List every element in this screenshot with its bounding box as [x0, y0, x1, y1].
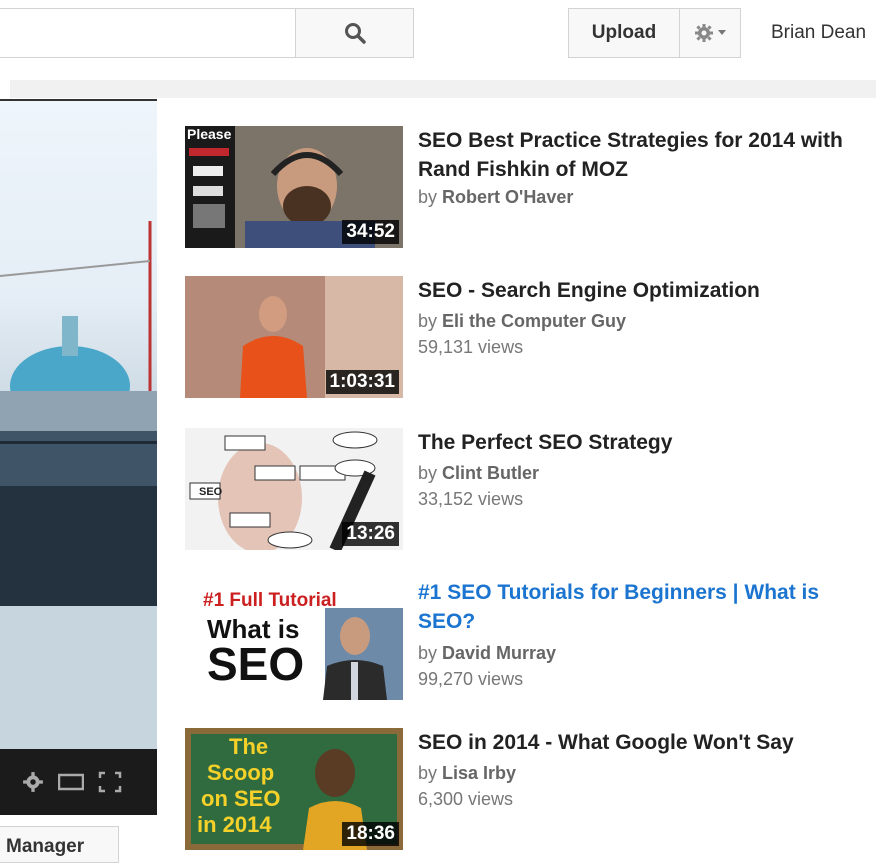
- by-prefix: by: [418, 643, 438, 663]
- by-prefix: by: [418, 463, 438, 483]
- view-count: 59,131 views: [418, 337, 524, 357]
- video-title[interactable]: #1 SEO Tutorials for Beginners | What is…: [418, 578, 868, 636]
- video-byline: by Eli the Computer Guy: [418, 308, 626, 334]
- search-input[interactable]: [0, 8, 296, 58]
- list-item[interactable]: #1 Full Tutorial What is SEO #1 SEO Tuto…: [185, 578, 876, 704]
- video-duration: 34:52: [342, 220, 399, 244]
- view-count: 33,152 views: [418, 489, 524, 509]
- video-frame: [0, 221, 157, 749]
- header-divider: [10, 80, 876, 98]
- video-thumbnail[interactable]: 1:03:31: [185, 276, 403, 398]
- user-name[interactable]: Brian Dean: [771, 22, 866, 44]
- player-controls: [0, 749, 157, 815]
- video-title[interactable]: The Perfect SEO Strategy: [418, 428, 868, 457]
- channel-name[interactable]: David Murray: [442, 643, 556, 663]
- video-title[interactable]: SEO Best Practice Strategies for 2014 wi…: [418, 126, 868, 184]
- video-byline: by David Murray: [418, 640, 556, 666]
- manager-label: Manager: [6, 836, 85, 857]
- video-duration: 1:03:31: [325, 370, 399, 394]
- upload-label: Upload: [591, 22, 657, 43]
- thumbnail-text: SEO: [199, 486, 223, 498]
- view-count: 99,270 views: [418, 669, 524, 689]
- video-thumbnail[interactable]: The Scoop on SEO in 2014 18:36: [185, 728, 403, 850]
- fullscreen-icon[interactable]: [98, 771, 122, 793]
- list-item[interactable]: SEO 13:26 The Perfect SEO Strategy by Cl…: [185, 428, 876, 554]
- settings-icon[interactable]: [22, 771, 44, 793]
- masthead: Upload Brian Dean: [0, 0, 876, 80]
- thumbnail-line3: SEO: [207, 638, 305, 690]
- video-byline: by Lisa Irby: [418, 760, 516, 786]
- by-prefix: by: [418, 187, 438, 207]
- video-duration: 13:26: [342, 522, 399, 546]
- video-manager-button[interactable]: Manager: [0, 826, 119, 863]
- video-thumbnail[interactable]: Please 34:52: [185, 126, 403, 248]
- thumbnail-line3: on SEO: [201, 786, 281, 811]
- channel-name[interactable]: Robert O'Haver: [442, 187, 573, 207]
- video-title[interactable]: SEO in 2014 - What Google Won't Say: [418, 728, 868, 757]
- thumbnail-line2: Scoop: [207, 760, 275, 785]
- theater-mode-icon[interactable]: [58, 773, 84, 791]
- channel-name[interactable]: Clint Butler: [442, 463, 539, 483]
- by-prefix: by: [418, 763, 438, 783]
- by-prefix: by: [418, 311, 438, 331]
- settings-menu-button[interactable]: [679, 8, 741, 58]
- channel-name[interactable]: Lisa Irby: [442, 763, 516, 783]
- list-item[interactable]: The Scoop on SEO in 2014 18:36 SEO in 20…: [185, 728, 876, 854]
- gear-icon: [694, 23, 714, 43]
- video-thumbnail[interactable]: SEO 13:26: [185, 428, 403, 550]
- video-title[interactable]: SEO - Search Engine Optimization: [418, 276, 868, 305]
- video-player[interactable]: [0, 99, 157, 749]
- view-count: 6,300 views: [418, 789, 514, 809]
- list-item[interactable]: Please 34:52 SEO Best Practice Strategie…: [185, 126, 876, 252]
- video-thumbnail[interactable]: #1 Full Tutorial What is SEO: [185, 578, 403, 700]
- thumbnail-line1: The: [229, 734, 269, 759]
- search-button[interactable]: [295, 8, 414, 58]
- upload-button[interactable]: Upload: [568, 8, 680, 58]
- thumbnail-text: Please: [187, 126, 232, 142]
- video-duration: 18:36: [342, 822, 399, 846]
- search-icon: [344, 22, 366, 44]
- video-byline: by Clint Butler: [418, 460, 539, 486]
- thumbnail-line4: in 2014: [197, 812, 272, 837]
- list-item[interactable]: 1:03:31 SEO - Search Engine Optimization…: [185, 276, 876, 402]
- thumbnail-line1: #1 Full Tutorial: [203, 590, 337, 611]
- video-byline: by Robert O'Haver: [418, 184, 573, 210]
- channel-name[interactable]: Eli the Computer Guy: [442, 311, 626, 331]
- caret-down-icon: [718, 30, 726, 36]
